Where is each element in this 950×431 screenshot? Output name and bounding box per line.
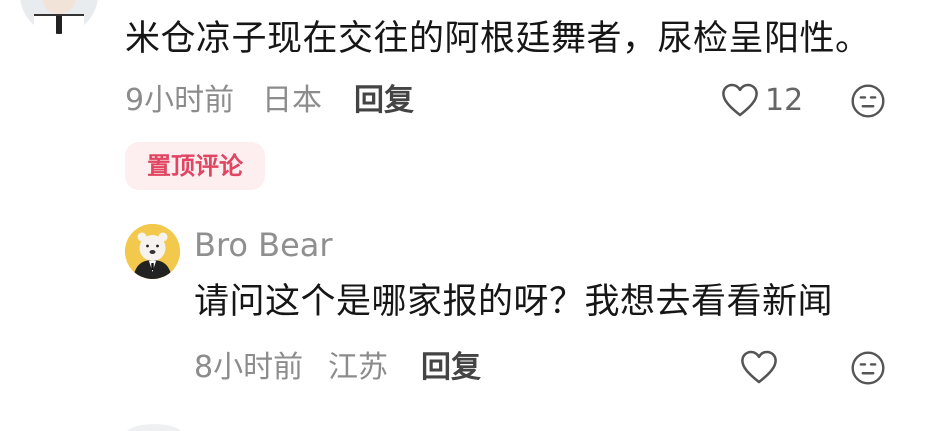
next-commenter-avatar	[126, 424, 182, 431]
like-count: 12	[765, 83, 804, 118]
reply-location: 江苏	[328, 350, 388, 385]
pinned-comment-badge: 置顶评论	[125, 142, 265, 190]
emoji-icon[interactable]	[850, 83, 886, 123]
comment-thread: 米仓凉子现在交往的阿根廷舞者，尿检呈阳性。 9小时前 日本 回复 12 置顶评论	[0, 0, 950, 431]
bear-avatar[interactable]	[125, 224, 180, 279]
comment-location: 日本	[262, 83, 322, 118]
commenter-avatar[interactable]	[20, 0, 98, 34]
emoji-icon[interactable]	[850, 350, 886, 390]
reply-body: 请问这个是哪家报的呀？我想去看看新闻	[194, 282, 834, 322]
heart-icon[interactable]	[740, 349, 778, 389]
heart-icon[interactable]	[721, 82, 759, 122]
reply-time: 8小时前	[194, 350, 304, 385]
comment-time: 9小时前	[125, 83, 235, 118]
reply-button[interactable]: 回复	[421, 353, 481, 383]
reply-author-name[interactable]: Bro Bear	[194, 229, 333, 261]
reply-button[interactable]: 回复	[354, 86, 414, 116]
comment-body: 米仓凉子现在交往的阿根廷舞者，尿检呈阳性。	[125, 19, 871, 59]
